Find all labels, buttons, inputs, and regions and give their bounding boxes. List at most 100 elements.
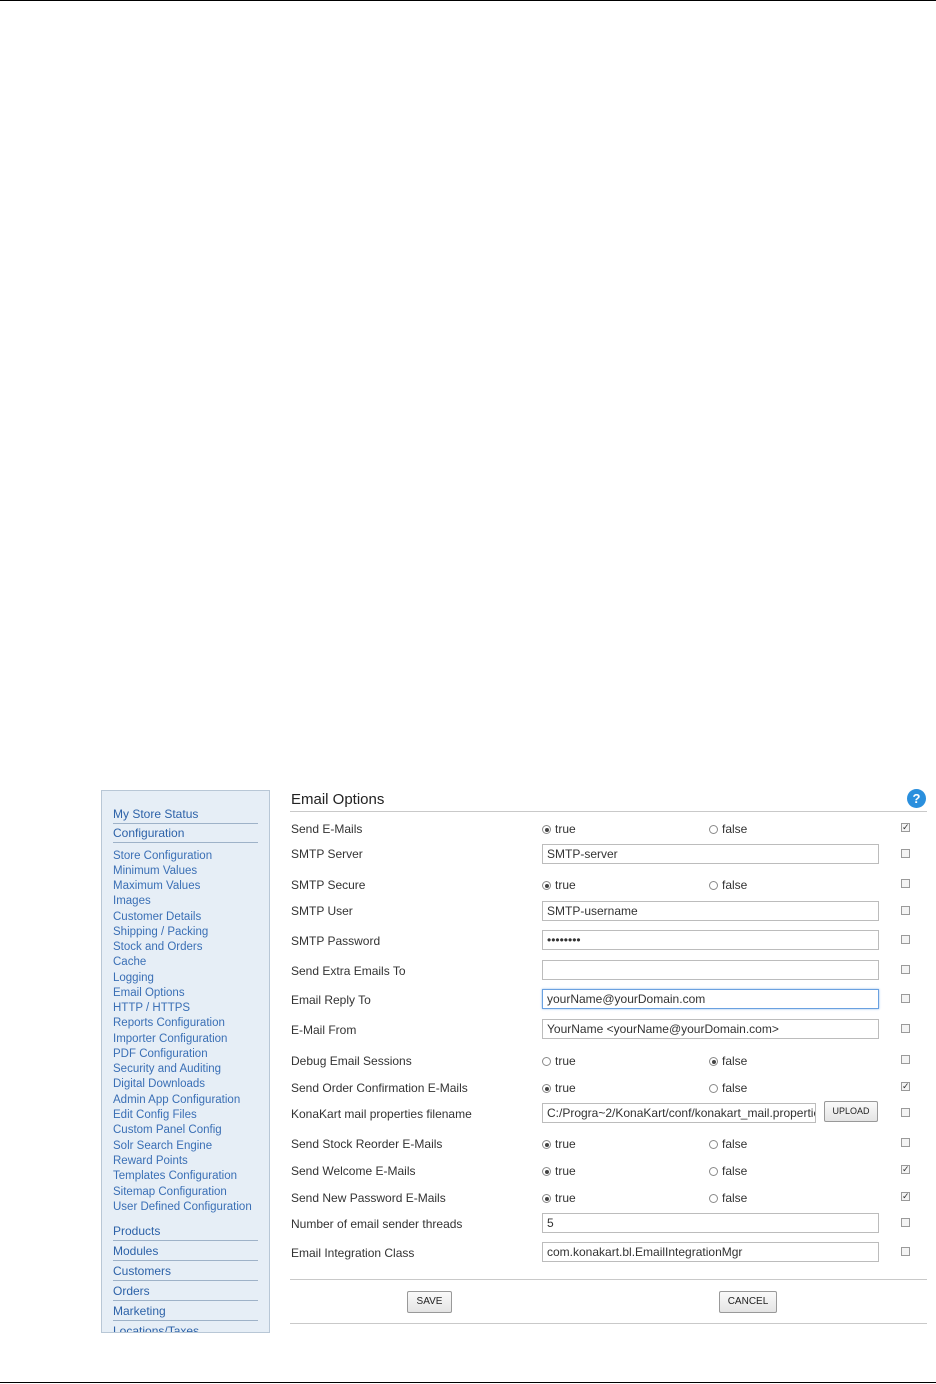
smtp-user-input[interactable]: SMTP-username <box>542 901 879 921</box>
row-label: Email Reply To <box>291 993 371 1007</box>
radio-true[interactable]: true <box>542 822 576 836</box>
row-smtp-secure: SMTP Secure true false <box>290 874 927 896</box>
sidebar-section-configuration[interactable]: Configuration <box>113 826 258 843</box>
radio-false[interactable]: false <box>709 1054 747 1068</box>
sidebar-section-my-store-status[interactable]: My Store Status <box>113 807 258 824</box>
row-checkbox[interactable] <box>901 879 910 888</box>
row-label: Send Order Confirmation E-Mails <box>291 1081 468 1095</box>
radio-true[interactable]: true <box>542 878 576 892</box>
sidebar-section-marketing[interactable]: Marketing <box>113 1304 258 1321</box>
row-label: KonaKart mail properties filename <box>291 1107 472 1121</box>
sidebar-item-reports-configuration[interactable]: Reports Configuration <box>113 1017 225 1029</box>
sidebar-section-orders[interactable]: Orders <box>113 1284 258 1301</box>
radio-unselected-icon <box>709 1167 718 1176</box>
row-checkbox[interactable] <box>901 849 910 858</box>
row-checkbox[interactable] <box>901 1024 910 1033</box>
email-integration-class-input[interactable]: com.konakart.bl.EmailIntegrationMgr <box>542 1242 879 1262</box>
sidebar-item-logging[interactable]: Logging <box>113 972 154 984</box>
sidebar-item-store-configuration[interactable]: Store Configuration <box>113 850 212 862</box>
sidebar-item-importer-configuration[interactable]: Importer Configuration <box>113 1033 227 1045</box>
radio-unselected-icon <box>709 1140 718 1149</box>
sidebar-item-digital-downloads[interactable]: Digital Downloads <box>113 1078 205 1090</box>
mail-properties-filename-input[interactable]: C:/Progra~2/KonaKart/conf/konakart_mail.… <box>542 1103 816 1123</box>
row-label: Send New Password E-Mails <box>291 1191 446 1205</box>
radio-false[interactable]: false <box>709 1081 747 1095</box>
smtp-server-input[interactable]: SMTP-server <box>542 844 879 864</box>
radio-selected-icon <box>542 825 551 834</box>
sidebar-section-modules[interactable]: Modules <box>113 1244 258 1261</box>
sidebar-item-sitemap-configuration[interactable]: Sitemap Configuration <box>113 1186 227 1198</box>
sidebar-item-solr-search-engine[interactable]: Solr Search Engine <box>113 1140 212 1152</box>
radio-false[interactable]: false <box>709 1164 747 1178</box>
sidebar-item-templates-configuration[interactable]: Templates Configuration <box>113 1170 237 1182</box>
radio-unselected-icon <box>709 1084 718 1093</box>
sidebar-section-locations-taxes[interactable]: Locations/Taxes <box>113 1324 258 1332</box>
row-checkbox[interactable]: ✓ <box>901 1192 910 1201</box>
form-divider <box>290 1279 927 1280</box>
row-debug-email-sessions: Debug Email Sessions true false <box>290 1050 927 1072</box>
sidebar-item-maximum-values[interactable]: Maximum Values <box>113 880 200 892</box>
sidebar-item-customer-details[interactable]: Customer Details <box>113 911 201 923</box>
row-checkbox[interactable] <box>901 1138 910 1147</box>
row-checkbox[interactable] <box>901 994 910 1003</box>
sidebar-item-stock-and-orders[interactable]: Stock and Orders <box>113 941 202 953</box>
sidebar-item-cache[interactable]: Cache <box>113 956 146 968</box>
row-smtp-server: SMTP Server SMTP-server <box>290 844 927 866</box>
row-checkbox[interactable] <box>901 935 910 944</box>
sidebar-item-admin-app-configuration[interactable]: Admin App Configuration <box>113 1094 240 1106</box>
radio-true[interactable]: true <box>542 1164 576 1178</box>
row-checkbox[interactable]: ✓ <box>901 1165 910 1174</box>
sidebar-item-edit-config-files[interactable]: Edit Config Files <box>113 1109 197 1121</box>
row-email-sender-threads: Number of email sender threads 5 <box>290 1213 927 1235</box>
row-email-reply-to: Email Reply To yourName@yourDomain.com <box>290 989 927 1011</box>
save-button[interactable]: SAVE <box>407 1291 452 1313</box>
radio-false[interactable]: false <box>709 1191 747 1205</box>
sidebar-item-images[interactable]: Images <box>113 895 151 907</box>
row-checkbox[interactable] <box>901 965 910 974</box>
send-extra-emails-input[interactable] <box>542 960 879 980</box>
sidebar-item-security-and-auditing[interactable]: Security and Auditing <box>113 1063 221 1075</box>
sidebar-item-shipping-packing[interactable]: Shipping / Packing <box>113 926 208 938</box>
email-sender-threads-input[interactable]: 5 <box>542 1213 879 1233</box>
row-checkbox[interactable]: ✓ <box>901 823 910 832</box>
sidebar-section-customers[interactable]: Customers <box>113 1264 258 1281</box>
row-checkbox[interactable] <box>901 1055 910 1064</box>
upload-button[interactable]: UPLOAD <box>824 1101 878 1122</box>
smtp-password-input[interactable]: •••••••• <box>542 930 879 950</box>
row-label: Send Stock Reorder E-Mails <box>291 1137 443 1151</box>
email-reply-to-input[interactable]: yourName@yourDomain.com <box>542 989 879 1009</box>
sidebar-nav: My Store Status Configuration Store Conf… <box>101 790 270 1333</box>
radio-unselected-icon <box>709 1194 718 1203</box>
email-from-input[interactable]: YourName <yourName@yourDomain.com> <box>542 1019 879 1039</box>
radio-false[interactable]: false <box>709 878 747 892</box>
row-checkbox[interactable]: ✓ <box>901 1082 910 1091</box>
sidebar-item-http-https[interactable]: HTTP / HTTPS <box>113 1002 190 1014</box>
radio-selected-icon <box>542 1140 551 1149</box>
sidebar-item-email-options[interactable]: Email Options <box>113 987 185 999</box>
radio-true[interactable]: true <box>542 1191 576 1205</box>
sidebar-item-user-defined-configuration[interactable]: User Defined Configuration <box>113 1201 252 1213</box>
radio-true[interactable]: true <box>542 1054 576 1068</box>
row-email-from: E-Mail From YourName <yourName@yourDomai… <box>290 1019 927 1041</box>
sidebar-item-custom-panel-config[interactable]: Custom Panel Config <box>113 1124 222 1136</box>
row-send-emails: Send E-Mails true false ✓ <box>290 818 927 840</box>
sidebar-item-reward-points[interactable]: Reward Points <box>113 1155 188 1167</box>
radio-unselected-icon <box>709 881 718 890</box>
radio-true[interactable]: true <box>542 1081 576 1095</box>
sidebar-section-products[interactable]: Products <box>113 1224 258 1241</box>
cancel-button[interactable]: CANCEL <box>719 1291 777 1313</box>
help-icon[interactable]: ? <box>907 789 926 808</box>
radio-false[interactable]: false <box>709 1137 747 1151</box>
radio-false[interactable]: false <box>709 822 747 836</box>
row-checkbox[interactable] <box>901 906 910 915</box>
radio-true[interactable]: true <box>542 1137 576 1151</box>
row-label: Debug Email Sessions <box>291 1054 412 1068</box>
row-checkbox[interactable] <box>901 1218 910 1227</box>
radio-selected-icon <box>542 1084 551 1093</box>
sidebar-item-pdf-configuration[interactable]: PDF Configuration <box>113 1048 208 1060</box>
row-mail-properties-filename: KonaKart mail properties filename C:/Pro… <box>290 1101 927 1125</box>
row-checkbox[interactable] <box>901 1247 910 1256</box>
row-send-order-confirmation-emails: Send Order Confirmation E-Mails true fal… <box>290 1077 927 1099</box>
row-checkbox[interactable] <box>901 1108 910 1117</box>
sidebar-item-minimum-values[interactable]: Minimum Values <box>113 865 197 877</box>
